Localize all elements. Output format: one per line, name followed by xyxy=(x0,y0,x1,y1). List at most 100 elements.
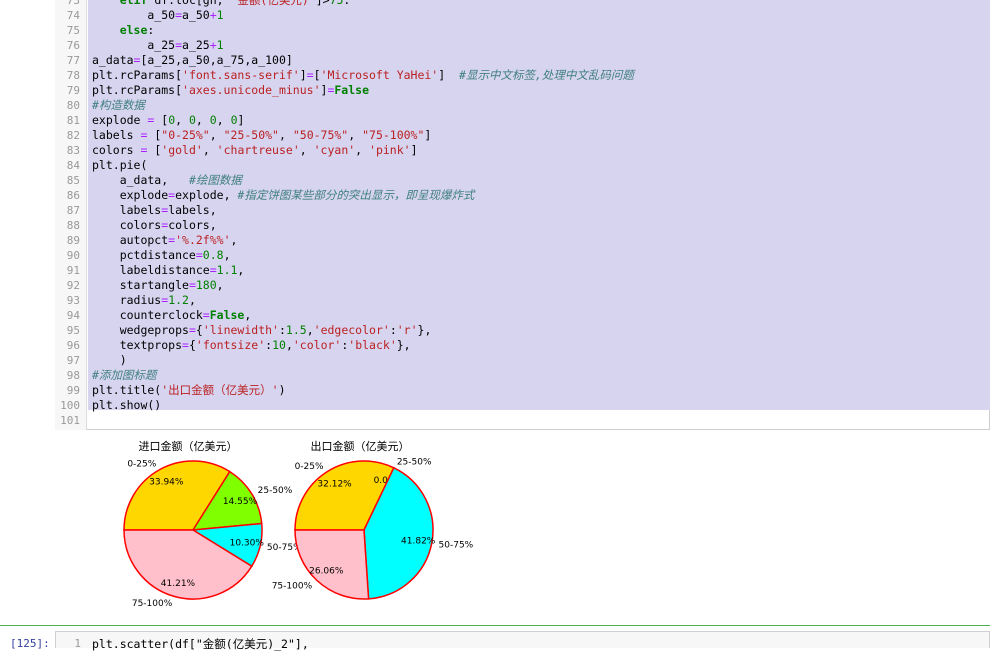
code-line: 84 plt.pie( xyxy=(55,158,990,173)
line-number: 76 xyxy=(66,39,80,52)
line-number: 90 xyxy=(66,249,80,262)
code-text: startangle=180, xyxy=(92,278,224,292)
code-text: plt.title('出口金额（亿美元）') xyxy=(92,383,286,397)
line-number: 73 xyxy=(66,0,80,7)
line-number: 86 xyxy=(66,189,80,202)
line-number: 81 xyxy=(66,114,80,127)
next-cell-prompt: [125]: xyxy=(10,637,50,650)
code-line: 83 colors = ['gold', 'chartreuse', 'cyan'… xyxy=(55,143,990,158)
code-line: 99 plt.title('出口金额（亿美元）') xyxy=(55,383,990,398)
line-number: 93 xyxy=(66,294,80,307)
code-line: 94 counterclock=False, xyxy=(55,308,990,323)
chart-title: 出口金额（亿美元） xyxy=(311,439,410,453)
line-number: 87 xyxy=(66,204,80,217)
code-text: plt.pie( xyxy=(92,158,148,172)
line-number: 94 xyxy=(66,309,80,322)
line-number: 100 xyxy=(60,399,80,412)
line-number: 99 xyxy=(66,384,80,397)
code-text: a_data, #绘图数据 xyxy=(92,173,242,187)
code-text: explode=explode, #指定饼图某些部分的突出显示，即呈现爆炸式 xyxy=(92,188,475,202)
line-number: 78 xyxy=(66,69,80,82)
code-line: 93 radius=1.2, xyxy=(55,293,990,308)
export-pie-chart: 出口金额（亿美元）32.12%0-25%0.00%25-50%41.82%50-… xyxy=(272,439,474,600)
line-number: 1 xyxy=(74,637,81,650)
code-text: ) xyxy=(92,353,127,367)
code-line: 79 plt.rcParams['axes.unicode_minus']=Fal… xyxy=(55,83,990,98)
slice-label: 0-25% xyxy=(127,460,156,470)
code-line: 78 plt.rcParams['font.sans-serif']=['Micr… xyxy=(55,68,990,83)
pct-label: 10.30% xyxy=(230,539,265,549)
code-text: labels = ["0-25%", "25-50%", "50-75%", "… xyxy=(92,128,432,142)
code-text: a_50=a_50+1 xyxy=(92,8,224,22)
code-line: 76 a_25=a_25+1 xyxy=(55,38,990,53)
slice-label: 50-75% xyxy=(439,540,474,550)
line-number: 92 xyxy=(66,279,80,292)
chart-title: 进口金额（亿美元） xyxy=(139,439,238,453)
code-line: 75 else: xyxy=(55,23,990,38)
line-number: 85 xyxy=(66,174,80,187)
code-line: 95 wedgeprops={'linewidth':1.5,'edgecolo… xyxy=(55,323,990,338)
output-area: 进口金额（亿美元） 33.94% 0-25% 14.55% 25-50% 10.30% 50… xyxy=(55,430,990,625)
code-line: 86 explode=explode, #指定饼图某些部分的突出显示，即呈现爆炸… xyxy=(55,188,990,203)
line-number: 80 xyxy=(66,99,80,112)
line-number: 79 xyxy=(66,84,80,97)
code-text: counterclock=False, xyxy=(92,308,252,322)
code-text: plt.rcParams['font.sans-serif']=['Micros… xyxy=(92,68,634,82)
code-line: 82 labels = ["0-25%", "25-50%", "50-75%",… xyxy=(55,128,990,143)
code-text: elif df.loc[gn, "金额(亿美元)"]>75: xyxy=(119,0,351,7)
code-line: 100 plt.show() xyxy=(55,398,990,413)
line-number: 95 xyxy=(66,324,80,337)
pct-label: 41.82% xyxy=(401,536,436,546)
code-text: textprops={'fontsize':10,'color':'black'… xyxy=(92,338,411,352)
code-line: 88 colors=colors, xyxy=(55,218,990,233)
code-line: 101 xyxy=(55,413,990,428)
slice-label: 75-100% xyxy=(132,599,173,609)
code-text: colors = ['gold', 'chartreuse', 'cyan', … xyxy=(92,143,418,157)
code-line: 98 #添加图标题 xyxy=(55,368,990,383)
line-number: 98 xyxy=(66,369,80,382)
line-number: 96 xyxy=(66,339,80,352)
line-number: 89 xyxy=(66,234,80,247)
code-line: 91 labeldistance=1.1, xyxy=(55,263,990,278)
code-text: plt.show() xyxy=(92,398,162,412)
slice-label: 75-100% xyxy=(272,581,313,591)
code-line: 90 pctdistance=0.8, xyxy=(55,248,990,263)
code-text: wedgeprops={'linewidth':1.5,'edgecolor':… xyxy=(92,323,432,337)
code-line: 92 startangle=180, xyxy=(55,278,990,293)
code-text: else: xyxy=(119,23,155,37)
pct-label: 14.55% xyxy=(223,497,258,507)
code-text: pctdistance=0.8, xyxy=(92,248,231,262)
slice-label: 25-50% xyxy=(397,458,432,468)
line-number: 77 xyxy=(66,54,80,67)
code-line: 73 elif df.loc[gn, "金额(亿美元)"]>75: xyxy=(55,0,990,8)
code-text: radius=1.2, xyxy=(92,293,196,307)
line-number: 97 xyxy=(66,354,80,367)
code-text: a_data=[a_25,a_50,a_75,a_100] xyxy=(92,53,293,67)
next-code-cell[interactable]: 1 plt.scatter(df["金额(亿美元)_2"], xyxy=(55,631,990,651)
pct-label: 41.21% xyxy=(161,579,196,589)
line-number: 74 xyxy=(66,9,80,22)
code-text: #添加图标题 xyxy=(92,368,157,382)
line-number: 91 xyxy=(66,264,80,277)
code-text: labels=labels, xyxy=(92,203,217,217)
code-line: 96 textprops={'fontsize':10,'color':'bla… xyxy=(55,338,990,353)
line-number: 101 xyxy=(60,414,80,427)
code-text: colors=colors, xyxy=(92,218,217,232)
code-line: 87 labels=labels, xyxy=(55,203,990,218)
pct-label: 33.94% xyxy=(149,478,184,488)
code-text: a_25=a_25+1 xyxy=(92,38,224,52)
line-number: 83 xyxy=(66,144,80,157)
code-line: 80 #构造数据 xyxy=(55,98,990,113)
code-line: 81 explode = [0, 0, 0, 0] xyxy=(55,113,990,128)
code-text: autopct='%.2f%%', xyxy=(92,233,238,247)
pct-label: 32.12% xyxy=(317,479,352,489)
line-number: 75 xyxy=(66,24,80,37)
code-text: #构造数据 xyxy=(92,98,145,112)
line-number: 82 xyxy=(66,129,80,142)
code-line: 89 autopct='%.2f%%', xyxy=(55,233,990,248)
code-text: labeldistance=1.1, xyxy=(92,263,245,277)
pie-charts-figure: 进口金额（亿美元） 33.94% 0-25% 14.55% 25-50% 10.30% 50… xyxy=(123,439,474,609)
slice-label: 0-25% xyxy=(295,462,324,472)
pct-label: 26.06% xyxy=(309,566,344,576)
code-line: plt.scatter(df["金额(亿美元)_2"], xyxy=(92,637,309,651)
